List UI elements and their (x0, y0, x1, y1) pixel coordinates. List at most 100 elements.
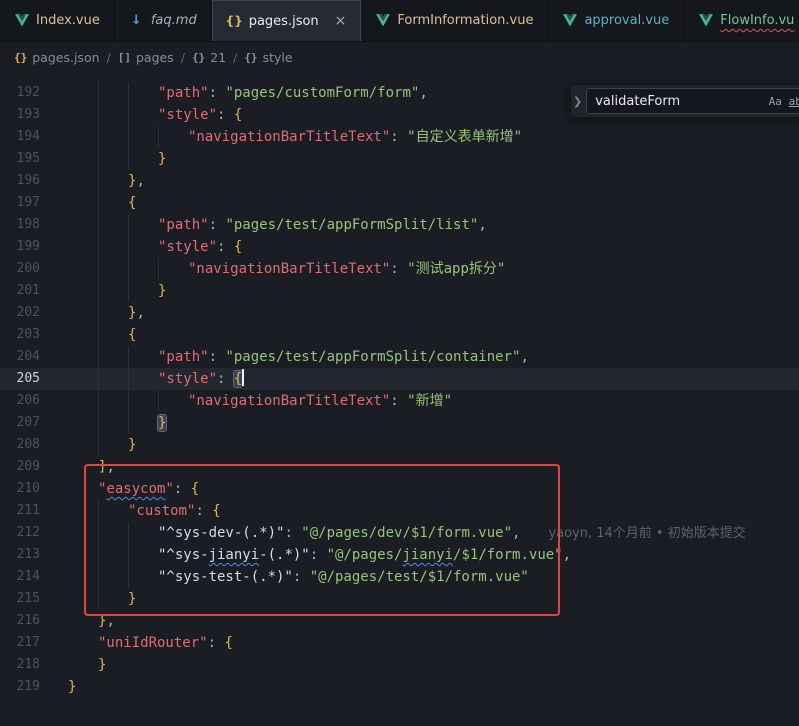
token: : (209, 349, 226, 365)
token: "path" (158, 349, 209, 365)
tab-FormInformation.vue[interactable]: FormInformation.vue (361, 0, 548, 41)
code-line-202[interactable]: 202}, (0, 302, 799, 324)
line-number[interactable]: 218 (0, 654, 40, 676)
code-line-203[interactable]: 203{ (0, 324, 799, 346)
line-number[interactable]: 194 (0, 126, 40, 148)
line-content: } (68, 148, 166, 170)
line-number[interactable]: 212 (0, 522, 40, 544)
line-number[interactable]: 206 (0, 390, 40, 412)
line-number[interactable]: 203 (0, 324, 40, 346)
tab-label: faq.md (151, 13, 197, 28)
indent-guide (128, 544, 158, 566)
code-line-217[interactable]: 217"uniIdRouter": { (0, 632, 799, 654)
line-number[interactable]: 202 (0, 302, 40, 324)
code-line-211[interactable]: 211"custom": { (0, 500, 799, 522)
line-content: "navigationBarTitleText": "测试app拆分" (68, 258, 505, 280)
code-line-209[interactable]: 209], (0, 456, 799, 478)
editor[interactable]: 192"path": "pages/customForm/form",193"s… (0, 72, 799, 726)
token: , (136, 305, 144, 321)
line-number[interactable]: 199 (0, 236, 40, 258)
match-case-toggle[interactable]: Aa (765, 91, 785, 111)
close-icon[interactable]: × (335, 14, 347, 28)
tab-pages.json[interactable]: {}pages.json× (212, 0, 362, 41)
line-number[interactable]: 193 (0, 104, 40, 126)
indent-guide (98, 390, 128, 412)
indent-guide (98, 302, 128, 324)
token: : (293, 569, 310, 585)
line-number[interactable]: 201 (0, 280, 40, 302)
text-cursor (242, 369, 244, 386)
line-content: "style": { (68, 236, 242, 258)
indent-guide (98, 434, 128, 456)
token: -(.*)" (259, 547, 310, 563)
line-number[interactable]: 207 (0, 412, 40, 434)
line-number[interactable]: 205 (0, 368, 40, 390)
token: , (106, 459, 114, 475)
code-line-218[interactable]: 218} (0, 654, 799, 676)
token: : (390, 129, 407, 145)
code-line-214[interactable]: 214"^sys-test-(.*)": "@/pages/test/$1/fo… (0, 566, 799, 588)
indent-guide (128, 214, 158, 236)
breadcrumb-item-style[interactable]: {}style (244, 50, 292, 65)
code-line-205[interactable]: 205"style": { (0, 368, 799, 390)
code-line-210[interactable]: 210"easycom": { (0, 478, 799, 500)
line-number[interactable]: 198 (0, 214, 40, 236)
code-line-198[interactable]: 198"path": "pages/test/appFormSplit/list… (0, 214, 799, 236)
indent-guide (98, 280, 128, 302)
code-line-212[interactable]: 212"^sys-dev-(.*)": "@/pages/dev/$1/form… (0, 522, 799, 544)
code-line-196[interactable]: 196}, (0, 170, 799, 192)
token: : (217, 371, 234, 387)
line-number[interactable]: 200 (0, 258, 40, 280)
toggle-replace-chevron[interactable]: ❯ (573, 95, 582, 108)
code-line-215[interactable]: 215} (0, 588, 799, 610)
code-line-194[interactable]: 194"navigationBarTitleText": "自定义表单新增" (0, 126, 799, 148)
tab-faq.md[interactable]: ↓faq.md (115, 0, 212, 41)
line-number[interactable]: 195 (0, 148, 40, 170)
line-number[interactable]: 217 (0, 632, 40, 654)
line-number[interactable]: 209 (0, 456, 40, 478)
code-line-195[interactable]: 195} (0, 148, 799, 170)
code-line-199[interactable]: 199 "style": { (0, 236, 799, 258)
breadcrumb-item-21[interactable]: {}21 (192, 50, 226, 65)
token: "uniIdRouter" (98, 635, 208, 651)
line-number[interactable]: 215 (0, 588, 40, 610)
code-line-208[interactable]: 208} (0, 434, 799, 456)
code-line-213[interactable]: 213"^sys-jianyi-(.*)": "@/pages/jianyi/$… (0, 544, 799, 566)
indent-guide (68, 654, 98, 676)
code-line-200[interactable]: 200 "navigationBarTitleText": "测试app拆分" (0, 258, 799, 280)
code-line-204[interactable]: 204 "path": "pages/test/appFormSplit/cont… (0, 346, 799, 368)
breadcrumb-item-pages.json[interactable]: {}pages.json (14, 50, 100, 65)
line-number[interactable]: 214 (0, 566, 40, 588)
line-number[interactable]: 197 (0, 192, 40, 214)
indent-guide (68, 214, 98, 236)
token: jianyi (209, 547, 260, 563)
line-number[interactable]: 216 (0, 610, 40, 632)
line-number[interactable]: 196 (0, 170, 40, 192)
indent-guide (68, 434, 98, 456)
line-number[interactable]: 213 (0, 544, 40, 566)
breadcrumb-item-pages[interactable]: []pages (118, 50, 174, 65)
token: "pages/test/appFormSplit/container" (225, 349, 520, 365)
line-content: "path": "pages/test/appFormSplit/contain… (68, 346, 529, 368)
code-line-206[interactable]: 206"navigationBarTitleText": "新增" (0, 390, 799, 412)
line-number[interactable]: 211 (0, 500, 40, 522)
token: "自定义表单新增" (407, 129, 522, 145)
tab-approval.vue[interactable]: approval.vue (548, 0, 684, 41)
code-line-197[interactable]: 197{ (0, 192, 799, 214)
find-input[interactable] (595, 94, 765, 109)
indent-guide (98, 192, 128, 214)
line-number[interactable]: 219 (0, 676, 40, 698)
tab-FlowInfo.vu[interactable]: FlowInfo.vu (684, 0, 799, 41)
code-line-207[interactable]: 207} (0, 412, 799, 434)
line-number[interactable]: 192 (0, 82, 40, 104)
line-number[interactable]: 208 (0, 434, 40, 456)
tab-Index.vue[interactable]: Index.vue (0, 0, 115, 41)
code-line-219[interactable]: 219} (0, 676, 799, 698)
whole-word-toggle[interactable]: ab (785, 91, 799, 111)
token: } (68, 679, 76, 695)
line-number[interactable]: 204 (0, 346, 40, 368)
code-line-216[interactable]: 216}, (0, 610, 799, 632)
indent-guide (98, 236, 128, 258)
code-line-201[interactable]: 201} (0, 280, 799, 302)
line-number[interactable]: 210 (0, 478, 40, 500)
